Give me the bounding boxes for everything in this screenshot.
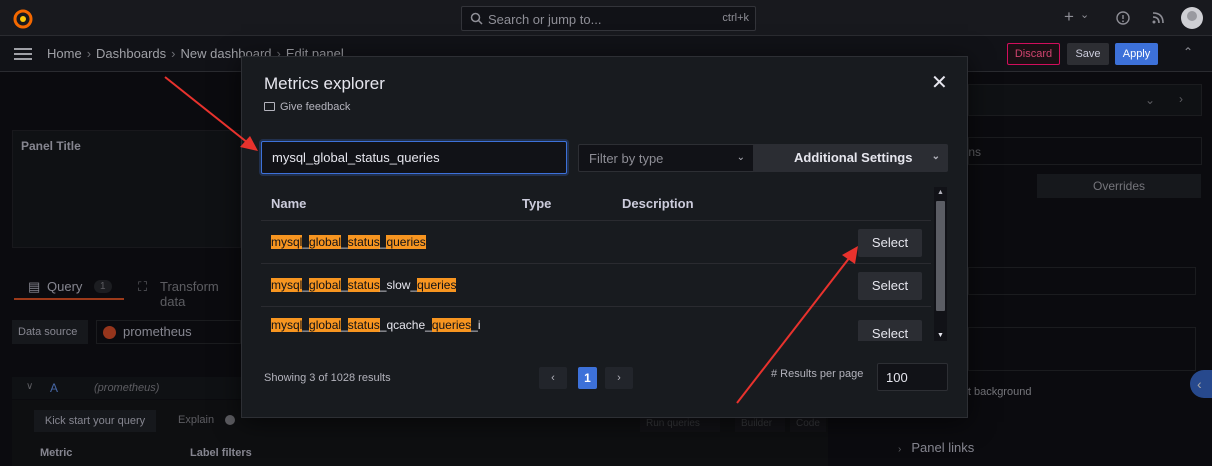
table-row: mysql_global_status_queries Select — [261, 220, 931, 264]
scrollbar-thumb[interactable] — [936, 201, 945, 311]
select-button[interactable]: Select — [858, 229, 922, 257]
chevron-down-icon[interactable]: ⌄ — [1080, 8, 1089, 21]
results-per-page-input[interactable]: 100 — [877, 363, 948, 391]
modal-title: Metrics explorer — [264, 74, 385, 93]
column-header-type: Type — [522, 196, 552, 211]
user-avatar[interactable] — [1181, 7, 1203, 29]
previous-page-button[interactable]: ‹ — [539, 367, 567, 389]
results-per-page-label: # Results per page — [771, 368, 864, 380]
next-page-button[interactable]: › — [605, 367, 633, 389]
feedback-icon — [264, 102, 275, 111]
filter-by-type-select[interactable]: Filter by type ⌄ — [578, 144, 756, 172]
chevron-up-icon[interactable]: ⌃ — [1183, 45, 1193, 59]
current-page-button[interactable]: 1 — [578, 367, 597, 389]
help-icon[interactable] — [1116, 11, 1130, 25]
table-row: mysql_global_status_qcache_queries_i Sel… — [261, 306, 931, 341]
select-button[interactable]: Select — [858, 320, 922, 341]
metric-name: mysql_global_status_slow_queries — [271, 278, 457, 292]
search-icon — [470, 12, 483, 25]
metric-name: mysql_global_status_qcache_queries_i — [271, 318, 481, 332]
chevron-down-icon: ⌄ — [931, 151, 940, 162]
breadcrumb-dashboards[interactable]: Dashboards — [96, 46, 166, 61]
results-per-page-value: 100 — [886, 370, 908, 385]
add-icon[interactable]: + — [1064, 7, 1074, 27]
search-bar[interactable]: Search or jump to... ctrl+k — [461, 6, 756, 31]
save-button[interactable]: Save — [1067, 43, 1109, 65]
chevron-down-icon: ⌄ — [736, 152, 745, 163]
metrics-table: Name Type Description mysql_global_statu… — [261, 187, 931, 341]
column-header-description: Description — [622, 196, 694, 211]
scroll-up-icon[interactable]: ▲ — [937, 189, 944, 196]
table-scrollbar[interactable]: ▲ ▼ — [934, 187, 947, 341]
metric-search-value: mysql_global_status_queries — [272, 150, 440, 165]
metrics-explorer-modal: Metrics explorer Give feedback ✕ mysql_g… — [241, 56, 968, 418]
menu-icon[interactable] — [14, 48, 32, 60]
metric-name: mysql_global_status_queries — [271, 235, 426, 249]
give-feedback-link[interactable]: Give feedback — [264, 101, 350, 113]
top-bar: Search or jump to... ctrl+k + ⌄ — [0, 0, 1212, 36]
close-icon[interactable]: ✕ — [931, 70, 948, 95]
discard-button[interactable]: Discard — [1007, 43, 1060, 65]
breadcrumb-home[interactable]: Home — [47, 46, 82, 61]
give-feedback-label: Give feedback — [280, 101, 351, 113]
results-summary: Showing 3 of 1028 results — [264, 372, 391, 384]
scroll-down-icon[interactable]: ▼ — [937, 332, 944, 339]
table-row: mysql_global_status_slow_queries Select — [261, 263, 931, 307]
keyboard-shortcut: ctrl+k — [722, 12, 749, 24]
column-header-name: Name — [271, 196, 307, 211]
news-feed-icon[interactable] — [1151, 11, 1165, 25]
select-button[interactable]: Select — [858, 272, 922, 300]
search-placeholder: Search or jump to... — [488, 12, 602, 27]
filter-by-type-placeholder: Filter by type — [589, 151, 664, 166]
apply-button[interactable]: Apply — [1115, 43, 1158, 65]
metric-search-input[interactable]: mysql_global_status_queries — [261, 141, 567, 174]
grafana-logo-icon[interactable] — [12, 8, 34, 30]
additional-settings-label: Additional Settings — [794, 150, 913, 165]
additional-settings-button[interactable]: Additional Settings ⌄ — [753, 144, 948, 172]
